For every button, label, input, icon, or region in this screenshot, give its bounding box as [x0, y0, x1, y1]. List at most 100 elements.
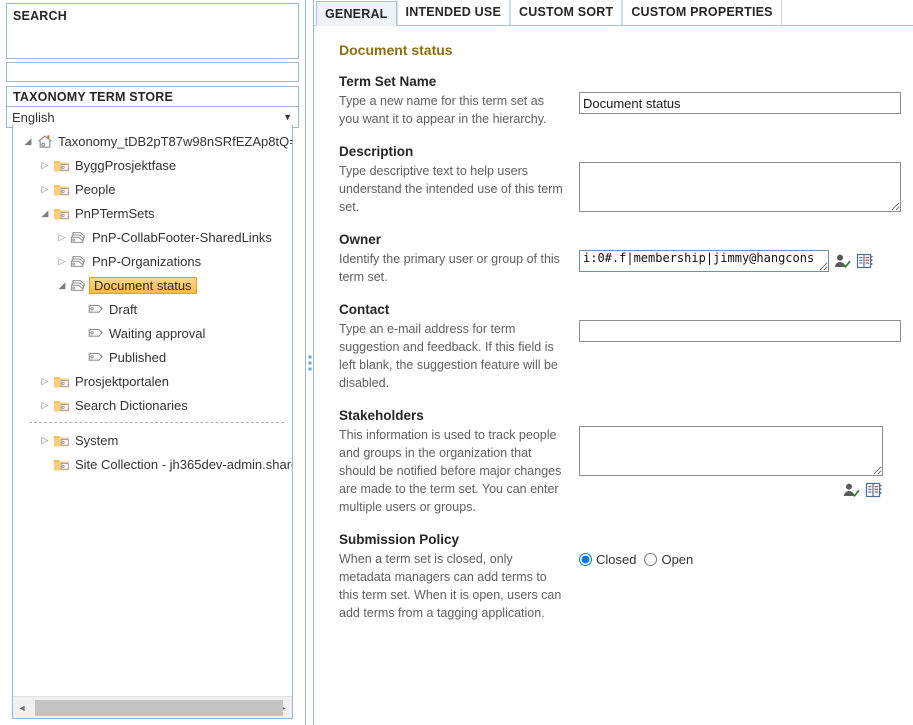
field-term-set-name: Term Set Name Type a new name for this t… [339, 74, 913, 128]
tree-node[interactable]: ▷ People [15, 177, 292, 201]
expand-collapse-icon-expanded[interactable]: ◢ [38, 209, 52, 218]
tree-node-label[interactable]: Published [106, 349, 169, 366]
submission-policy-option-open[interactable]: Open [644, 552, 693, 567]
search-results-area [6, 62, 299, 82]
search-section: SEARCH [6, 3, 299, 59]
scrollbar-thumb[interactable] [35, 700, 283, 716]
term-tag-icon [86, 326, 106, 340]
tree-node-label[interactable]: People [72, 181, 118, 198]
tree-node[interactable]: Site Collection - jh365dev-admin.sharepo… [15, 452, 292, 476]
contact-input[interactable] [579, 320, 901, 342]
expand-collapse-icon-collapsed[interactable]: ▷ [55, 233, 69, 242]
expand-collapse-icon-collapsed[interactable]: ▷ [38, 401, 52, 410]
term-store-tree: ◢ Taxonomy_tDB2pT87w98nSRfEZAp8tQ== ▷ ByggP… [13, 129, 292, 690]
tree-node-label[interactable]: Site Collection - jh365dev-admin.sharepo… [72, 456, 292, 473]
general-form: Term Set Name Type a new name for this t… [314, 58, 913, 622]
field-contact: Contact Type an e-mail address for term … [339, 302, 913, 392]
expand-collapse-icon-collapsed[interactable]: ▷ [38, 436, 52, 445]
field-stakeholders: Stakeholders This information is used to… [339, 408, 913, 516]
panel-splitter[interactable] [305, 0, 314, 725]
term-group-folder-icon [52, 457, 72, 472]
tree-node-label[interactable]: Draft [106, 301, 140, 318]
field-label-group: Contact Type an e-mail address for term … [339, 302, 579, 392]
tree-divider [29, 422, 284, 423]
tab-general[interactable]: GENERAL [316, 1, 397, 26]
expand-collapse-icon-expanded[interactable]: ◢ [21, 137, 35, 146]
tree-node[interactable]: ▷ PnP-Organizations [15, 249, 292, 273]
owner-input[interactable] [579, 250, 829, 272]
check-names-icon[interactable] [834, 253, 851, 270]
language-select[interactable]: English [7, 107, 298, 127]
tab-custom-properties[interactable]: CUSTOM PROPERTIES [622, 0, 781, 25]
splitter-grip-icon[interactable] [308, 355, 311, 370]
tree-node-label[interactable]: PnP-Organizations [89, 253, 204, 270]
address-book-icon[interactable] [865, 482, 883, 499]
tree-node[interactable]: ◢ Document status [15, 273, 292, 297]
description-textarea[interactable] [579, 162, 901, 212]
left-navigation-panel: SEARCH TAXONOMY TERM STORE English ▼ ◢Ta… [0, 0, 305, 725]
tree-node-label[interactable]: Search Dictionaries [72, 397, 191, 414]
field-label-group: Term Set Name Type a new name for this t… [339, 74, 579, 128]
expand-collapse-icon-collapsed[interactable]: ▷ [38, 161, 52, 170]
term-group-folder-icon [52, 398, 72, 413]
tree-node-label[interactable]: System [72, 432, 121, 449]
field-title: Submission Policy [339, 532, 565, 547]
check-names-icon[interactable] [843, 482, 860, 499]
field-label-group: Submission Policy When a term set is clo… [339, 532, 579, 622]
tree-node-label[interactable]: Waiting approval [106, 325, 208, 342]
taxonomy-term-store-caption: TAXONOMY TERM STORE [6, 86, 299, 106]
field-control-group [579, 408, 883, 499]
field-title: Term Set Name [339, 74, 565, 89]
tree-node[interactable]: Draft [15, 297, 292, 321]
tab-custom-sort[interactable]: CUSTOM SORT [510, 0, 622, 25]
term-group-folder-icon [52, 206, 72, 221]
search-input[interactable] [12, 28, 293, 52]
radio-label: Closed [596, 552, 636, 567]
term-tag-icon [86, 350, 106, 364]
search-caption: SEARCH [7, 4, 298, 23]
tree-node[interactable]: ◢ Taxonomy_tDB2pT87w98nSRfEZAp8tQ== [15, 129, 292, 153]
tree-node-label[interactable]: Taxonomy_tDB2pT87w98nSRfEZAp8tQ== [55, 133, 292, 150]
term-set-name-input[interactable] [579, 92, 901, 114]
term-group-folder-icon [52, 433, 72, 448]
expand-collapse-icon-collapsed[interactable]: ▷ [38, 377, 52, 386]
expand-collapse-icon-collapsed[interactable]: ▷ [38, 185, 52, 194]
radio-closed[interactable] [579, 553, 592, 566]
tab-intended-use[interactable]: INTENDED USE [397, 0, 510, 25]
tree-node[interactable]: ▷ System [15, 428, 292, 452]
tree-node-label[interactable]: Prosjektportalen [72, 373, 172, 390]
submission-policy-option-closed[interactable]: Closed [579, 552, 636, 567]
tree-spacer [72, 329, 86, 338]
field-description-row: Description Type descriptive text to hel… [339, 144, 913, 216]
field-control-group [579, 144, 901, 215]
tree-node[interactable]: ▷ PnP-CollabFooter-SharedLinks [15, 225, 292, 249]
field-description: Type a new name for this term set as you… [339, 92, 565, 128]
tree-node-label[interactable]: PnP-CollabFooter-SharedLinks [89, 229, 275, 246]
field-submission-policy: Submission Policy When a term set is clo… [339, 532, 913, 622]
scroll-left-arrow-icon[interactable]: ◄ [13, 697, 31, 719]
tree-horizontal-scrollbar[interactable]: ◄ ► [13, 696, 292, 718]
field-title: Owner [339, 232, 565, 247]
field-owner: Owner Identify the primary user or group… [339, 232, 913, 286]
stakeholders-textarea[interactable] [579, 426, 883, 476]
properties-tabs: GENERALINTENDED USECUSTOM SORTCUSTOM PRO… [314, 0, 913, 26]
tree-node-label[interactable]: ByggProsjektfase [72, 157, 179, 174]
tree-node[interactable]: ◢ PnPTermSets [15, 201, 292, 225]
tree-node-label[interactable]: PnPTermSets [72, 205, 157, 222]
tree-node[interactable]: ▷ ByggProsjektfase [15, 153, 292, 177]
tree-node[interactable]: ▷ Search Dictionaries [15, 393, 292, 417]
tree-node[interactable]: Waiting approval [15, 321, 292, 345]
tree-node[interactable]: Published [15, 345, 292, 369]
address-book-icon[interactable] [856, 253, 874, 269]
expand-collapse-icon-collapsed[interactable]: ▷ [55, 257, 69, 266]
radio-label: Open [661, 552, 693, 567]
tree-node[interactable]: ▷ Prosjektportalen [15, 369, 292, 393]
scrollbar-track[interactable] [31, 697, 274, 719]
radio-open[interactable] [644, 553, 657, 566]
term-group-folder-icon [52, 374, 72, 389]
tree-node-label-selected[interactable]: Document status [89, 277, 197, 294]
expand-collapse-icon-expanded[interactable]: ◢ [55, 281, 69, 290]
field-label-group: Description Type descriptive text to hel… [339, 144, 579, 216]
field-control-group [579, 232, 874, 272]
term-group-folder-icon [52, 182, 72, 197]
